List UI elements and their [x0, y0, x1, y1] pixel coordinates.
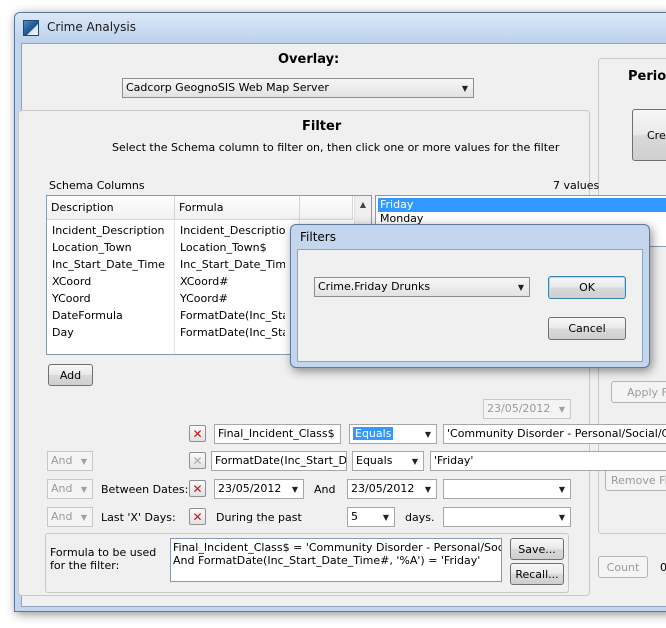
chevron-down-icon: ▼ — [558, 404, 566, 414]
during-past-label: During the past — [216, 511, 302, 524]
condition-value-input[interactable]: 'Friday' — [430, 451, 666, 471]
days-count-select[interactable]: 5 ▼ — [347, 507, 395, 527]
values-count: 7 values — [553, 179, 600, 192]
column-header-description[interactable]: Description — [47, 196, 175, 220]
condition-operator-select[interactable]: Equals ▼ — [349, 424, 437, 444]
formula-label: Formula to be used for the filter: — [50, 546, 157, 572]
filter-instruction: Select the Schema column to filter on, t… — [112, 141, 560, 154]
chevron-down-icon: ▼ — [80, 456, 88, 466]
between-dates-label: Between Dates: — [101, 483, 189, 496]
filter-heading: Filter — [302, 119, 342, 134]
count-button[interactable]: Count — [598, 556, 648, 578]
chevron-down-icon: ▼ — [80, 512, 88, 522]
period-heading: Period — [628, 69, 666, 84]
operator-value: Equals — [353, 427, 394, 440]
column-header-extra — [300, 196, 353, 220]
filters-dialog: Filters Crime.Friday Drunks ▼ OK Cancel — [290, 224, 650, 368]
chevron-down-icon: ▼ — [80, 484, 88, 494]
formula-text: Final_Incident_Class$ = 'Community Disor… — [173, 541, 501, 567]
save-button[interactable]: Save... — [510, 538, 564, 560]
date-select[interactable]: 23/05/2012 ▼ — [483, 399, 571, 419]
overlay-heading: Overlay: — [278, 52, 340, 67]
to-date-value: 23/05/2012 — [351, 482, 415, 495]
scroll-up-icon[interactable]: ▲ — [355, 196, 371, 213]
date-select-value: 23/05/2012 — [487, 402, 551, 415]
condition-field-input[interactable]: Final_Incident_Class$ — [214, 424, 341, 444]
remove-filter-button[interactable]: Remove Fi — [605, 469, 666, 491]
chevron-down-icon: ▼ — [411, 456, 419, 466]
ok-button[interactable]: OK — [548, 276, 626, 299]
chevron-down-icon: ▼ — [382, 512, 390, 522]
remove-condition-close-icon[interactable]: ✕ — [189, 452, 206, 469]
remove-condition-close-icon[interactable]: ✕ — [189, 425, 206, 442]
to-date-select[interactable]: 23/05/2012 ▼ — [347, 479, 437, 499]
chevron-down-icon: ▼ — [558, 512, 566, 522]
days-count-value: 5 — [351, 510, 358, 523]
chevron-down-icon: ▼ — [424, 429, 432, 439]
conjunction-value: And — [51, 482, 73, 495]
date-value-select[interactable]: ▼ — [443, 479, 571, 499]
formula-textbox[interactable]: Final_Incident_Class$ = 'Community Disor… — [170, 538, 502, 582]
conjunction-select[interactable]: And ▼ — [47, 451, 93, 471]
saved-filter-value: Crime.Friday Drunks — [318, 280, 431, 293]
chevron-down-icon: ▼ — [291, 484, 299, 494]
chevron-down-icon: ▼ — [517, 282, 525, 292]
list-item[interactable]: Friday — [378, 198, 666, 212]
cancel-button[interactable]: Cancel — [548, 317, 626, 340]
count-value: 0 — [660, 561, 666, 574]
formula-group: Formula to be used for the filter: Final… — [45, 533, 569, 593]
remove-condition-close-icon[interactable]: ✕ — [189, 480, 206, 497]
from-date-value: 23/05/2012 — [218, 482, 282, 495]
and-label: And — [314, 483, 336, 496]
recall-button[interactable]: Recall... — [510, 563, 564, 585]
overlay-select[interactable]: Cadcorp GeognoSIS Web Map Server ▼ — [122, 78, 474, 98]
condition-operator-select[interactable]: Equals ▼ — [352, 451, 424, 471]
from-date-select[interactable]: 23/05/2012 ▼ — [214, 479, 304, 499]
chevron-down-icon: ▼ — [424, 484, 432, 494]
add-button[interactable]: Add — [48, 364, 93, 386]
conjunction-value: And — [51, 510, 73, 523]
create-button[interactable]: Crea — [632, 109, 666, 161]
chevron-down-icon: ▼ — [558, 484, 566, 494]
days-value-select[interactable]: ▼ — [443, 507, 571, 527]
dialog-body: Crime.Friday Drunks ▼ OK Cancel — [297, 249, 643, 362]
app-icon — [23, 20, 39, 36]
window-title: Crime Analysis — [47, 20, 136, 34]
chevron-down-icon: ▼ — [461, 83, 469, 93]
days-label: days. — [405, 511, 435, 524]
column-header-formula[interactable]: Formula — [175, 196, 300, 220]
overlay-select-value: Cadcorp GeognoSIS Web Map Server — [126, 81, 329, 94]
condition-value-input[interactable]: 'Community Disorder - Personal/Social/Co… — [443, 424, 666, 444]
conjunction-select[interactable]: And ▼ — [47, 479, 93, 499]
condition-field-input[interactable]: FormatDate(Inc_Start_Date — [211, 451, 347, 471]
conjunction-value: And — [51, 454, 73, 467]
remove-condition-close-icon[interactable]: ✕ — [189, 508, 206, 525]
conjunction-select[interactable]: And ▼ — [47, 507, 93, 527]
dialog-title: Filters — [300, 230, 336, 244]
operator-value: Equals — [356, 454, 393, 467]
saved-filter-select[interactable]: Crime.Friday Drunks ▼ — [314, 277, 530, 297]
title-bar[interactable]: Crime Analysis — [15, 13, 666, 43]
last-x-days-label: Last 'X' Days: — [101, 511, 176, 524]
schema-columns-label: Schema Columns — [49, 179, 145, 192]
apply-filter-button[interactable]: Apply Fi — [611, 381, 666, 403]
